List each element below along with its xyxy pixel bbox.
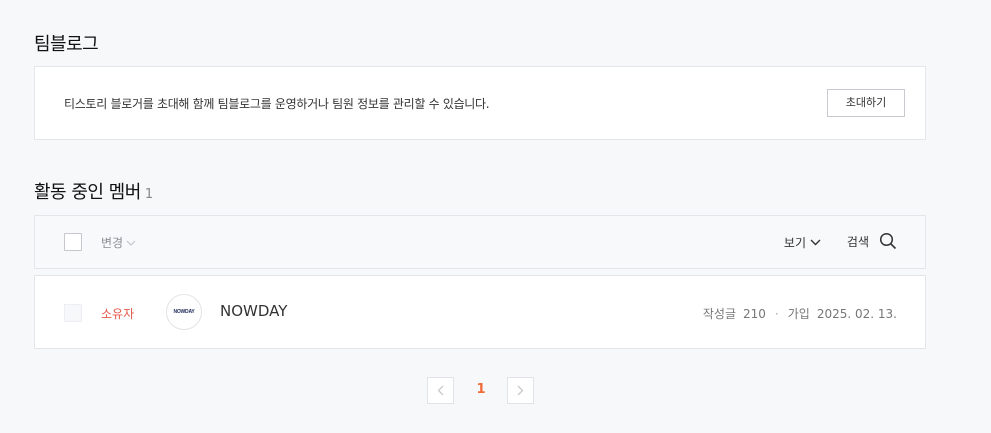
team-blog-intro-card: 티스토리 블로거를 초대해 함께 팀블로그를 운영하거나 팀원 정보를 관리할 … bbox=[34, 66, 926, 140]
next-page-button[interactable] bbox=[507, 377, 534, 404]
member-checkbox bbox=[64, 304, 82, 322]
active-members-title: 활동 중인 멤버 bbox=[34, 182, 141, 203]
current-page[interactable]: 1 bbox=[476, 382, 486, 397]
prev-page-button[interactable] bbox=[427, 377, 454, 404]
joined-date: 2025. 02. 13. bbox=[816, 306, 897, 321]
avatar-logo-text: NOWDAY bbox=[173, 309, 195, 315]
view-dropdown[interactable]: 보기 bbox=[784, 234, 821, 251]
invite-button[interactable]: 초대하기 bbox=[827, 89, 905, 117]
chevron-down-icon bbox=[126, 240, 136, 246]
member-count: 1 bbox=[144, 187, 153, 202]
members-toolbar: 변경 보기 검색 bbox=[34, 215, 926, 269]
posts-count: 210 bbox=[743, 306, 766, 321]
view-label: 보기 bbox=[783, 236, 806, 250]
search-icon bbox=[879, 232, 897, 250]
active-members-heading: 활동 중인 멤버 1 bbox=[34, 178, 153, 204]
search-label: 검색 bbox=[846, 234, 869, 249]
team-blog-title: 팀블로그 bbox=[34, 34, 99, 55]
search-button[interactable]: 검색 bbox=[847, 232, 897, 250]
joined-label: 가입 bbox=[787, 307, 810, 321]
team-blog-description: 티스토리 블로거를 초대해 함께 팀블로그를 운영하거나 팀원 정보를 관리할 … bbox=[64, 97, 490, 111]
chevron-right-icon bbox=[517, 385, 524, 396]
select-all-checkbox[interactable] bbox=[64, 233, 82, 251]
member-meta: 작성글 210 · 가입 2025. 02. 13. bbox=[703, 305, 897, 322]
posts-label: 작성글 bbox=[702, 307, 737, 321]
member-role: 소유자 bbox=[101, 307, 135, 321]
chevron-down-icon bbox=[810, 239, 821, 246]
meta-separator: · bbox=[774, 306, 779, 321]
change-label: 변경 bbox=[101, 236, 124, 250]
change-dropdown[interactable]: 변경 bbox=[101, 234, 136, 251]
chevron-left-icon bbox=[437, 385, 444, 396]
member-row: 소유자 NOWDAY NOWDAY 작성글 210 · 가입 2025. 02.… bbox=[34, 275, 926, 349]
avatar: NOWDAY bbox=[166, 294, 202, 330]
member-name[interactable]: NOWDAY bbox=[220, 302, 287, 320]
